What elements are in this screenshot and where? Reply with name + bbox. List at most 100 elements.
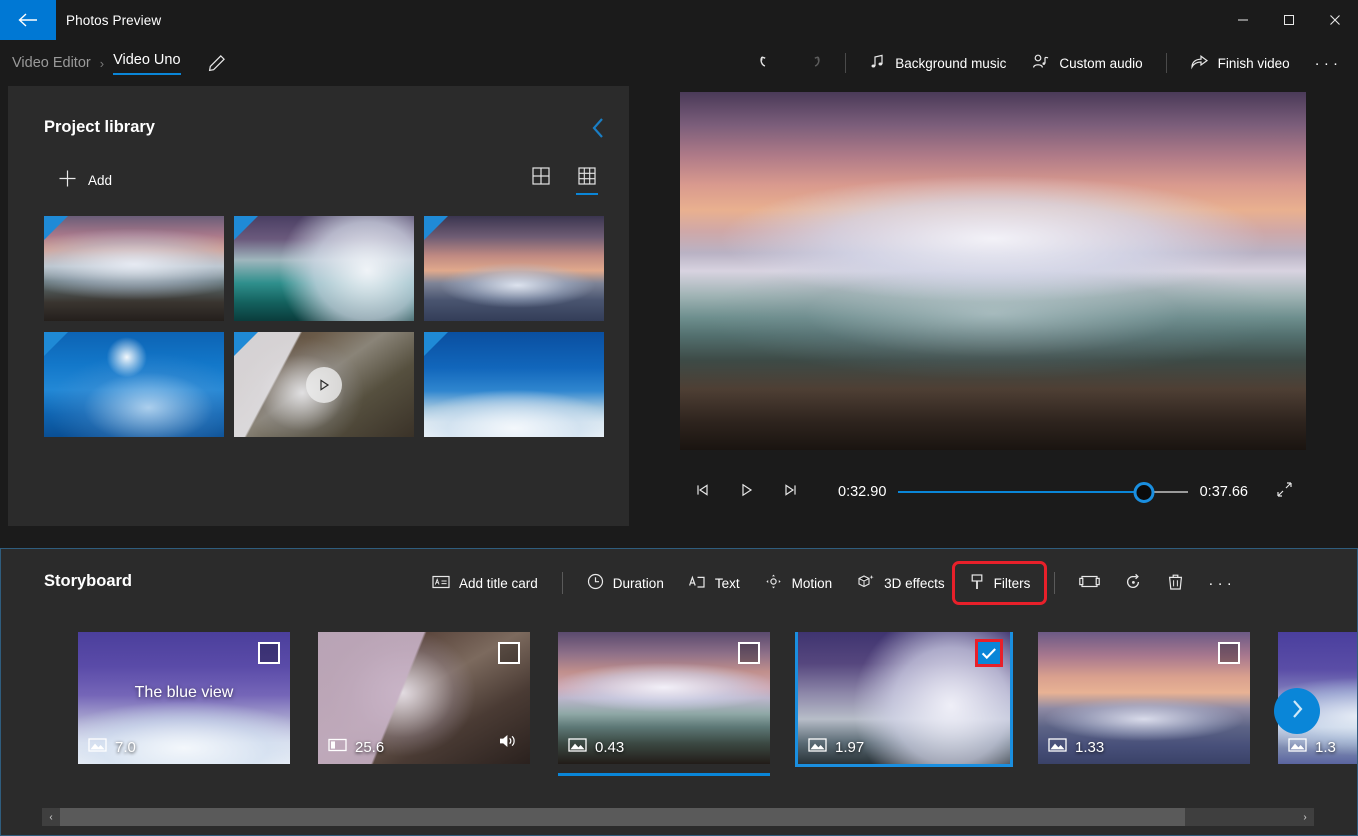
storyboard-clip[interactable]: 1.97 — [798, 632, 1010, 764]
clip-checkbox[interactable] — [498, 642, 520, 664]
next-frame-button[interactable] — [768, 473, 812, 511]
chevron-right-icon — [1288, 698, 1306, 725]
back-button[interactable] — [0, 0, 56, 40]
selected-view-indicator — [576, 193, 598, 195]
text-button[interactable]: Text — [676, 566, 752, 600]
scroll-clips-next-button[interactable] — [1274, 688, 1320, 734]
seek-handle[interactable] — [1134, 482, 1155, 503]
breadcrumb-current-project[interactable]: Video Uno — [113, 52, 180, 75]
3d-effects-button[interactable]: 3D effects — [844, 566, 957, 600]
command-bar: Video Editor › Video Uno — [0, 40, 1358, 86]
previous-frame-button[interactable] — [680, 473, 724, 511]
scroll-right-arrow[interactable]: › — [1296, 808, 1314, 826]
finish-video-button[interactable]: Finish video — [1177, 46, 1303, 80]
preview-frame-image — [680, 92, 1306, 450]
total-time: 0:37.66 — [1200, 484, 1248, 500]
storyboard-scrollbar[interactable]: ‹ › — [42, 808, 1314, 826]
photos-video-editor-window: Photos Preview Video Editor › Video Uno — [0, 0, 1358, 836]
add-title-card-label: Add title card — [459, 576, 538, 591]
background-music-button[interactable]: Background music — [856, 46, 1019, 80]
library-thumbnail[interactable] — [44, 332, 224, 437]
title-bar: Photos Preview — [0, 0, 1358, 40]
breadcrumb: Video Editor › Video Uno — [0, 52, 227, 75]
close-button[interactable] — [1312, 0, 1358, 40]
filters-icon — [969, 573, 985, 594]
duration-button[interactable]: Duration — [575, 566, 676, 600]
scroll-left-arrow[interactable]: ‹ — [42, 808, 60, 826]
storyboard-clip[interactable]: 1.33 — [1038, 632, 1250, 764]
library-thumbnail[interactable] — [44, 216, 224, 321]
crop-resize-button[interactable] — [1067, 566, 1112, 600]
thumbnail-image — [44, 216, 224, 321]
delete-button[interactable] — [1155, 566, 1196, 600]
storyboard-more-button[interactable]: · · · — [1196, 566, 1243, 600]
library-thumbnail-grid — [44, 216, 604, 437]
storyboard-clip[interactable]: The blue view 7.0 — [78, 632, 290, 764]
library-thumbnail[interactable] — [424, 332, 604, 437]
library-thumbnail[interactable] — [234, 216, 414, 321]
play-button[interactable] — [724, 473, 768, 511]
editor-actions: Background music Custom audio Finish vid… — [745, 40, 1350, 86]
clip-thumbnail[interactable]: 25.6 — [318, 632, 530, 764]
redo-button[interactable] — [790, 46, 835, 80]
clip-thumbnail[interactable]: The blue view 7.0 — [78, 632, 290, 764]
thumbnail-image — [424, 332, 604, 437]
grid-small-icon[interactable] — [573, 162, 601, 190]
cube-sparkle-icon — [856, 573, 875, 593]
custom-audio-button[interactable]: Custom audio — [1019, 46, 1155, 80]
clip-thumbnail[interactable]: 1.33 — [1038, 632, 1250, 764]
more-icon: · · · — [1315, 55, 1338, 72]
divider — [1166, 53, 1167, 73]
motion-button[interactable]: Motion — [752, 566, 845, 600]
undo-icon — [757, 51, 778, 75]
scrollbar-thumb[interactable] — [60, 808, 1185, 826]
scrollbar-track[interactable] — [60, 808, 1296, 826]
project-library-title: Project library — [44, 118, 155, 137]
clock-icon — [587, 573, 604, 593]
text-label: Text — [715, 576, 740, 591]
collapse-library-button[interactable] — [584, 110, 613, 151]
grid-large-icon[interactable] — [527, 162, 555, 190]
clip-checkbox[interactable] — [978, 642, 1000, 664]
player-controls: 0:32.90 0:37.66 — [680, 468, 1306, 516]
duration-label: Duration — [613, 576, 664, 591]
clip-duration: 1.97 — [808, 737, 864, 757]
pencil-icon[interactable] — [207, 53, 227, 73]
minimize-button[interactable] — [1220, 0, 1266, 40]
divider — [562, 572, 563, 594]
library-thumbnail[interactable] — [234, 332, 414, 437]
clip-checkbox[interactable] — [1218, 642, 1240, 664]
clip-thumbnail[interactable]: 1.97 — [798, 632, 1010, 764]
clip-duration: 25.6 — [328, 737, 384, 757]
title-card-icon — [432, 574, 450, 593]
library-thumbnail[interactable] — [424, 216, 604, 321]
add-title-card-button[interactable]: Add title card — [420, 566, 550, 600]
add-media-button[interactable]: Add — [58, 164, 120, 196]
photo-icon — [88, 737, 107, 757]
music-note-icon — [869, 53, 886, 73]
app-title: Photos Preview — [66, 13, 161, 28]
breadcrumb-video-editor[interactable]: Video Editor — [12, 55, 91, 71]
seek-bar[interactable] — [898, 475, 1187, 509]
filters-button[interactable]: Filters — [957, 566, 1043, 600]
video-preview[interactable] — [680, 92, 1306, 450]
clip-duration: 1.33 — [1048, 737, 1104, 757]
clip-checkbox[interactable] — [738, 642, 760, 664]
person-audio-icon — [1032, 53, 1050, 73]
undo-button[interactable] — [745, 46, 790, 80]
clip-thumbnail[interactable]: 0.43 — [558, 632, 770, 764]
clip-checkbox[interactable] — [258, 642, 280, 664]
share-export-icon — [1190, 53, 1209, 73]
play-icon — [738, 482, 755, 503]
clip-duration: 1.3 — [1288, 737, 1336, 757]
storyboard-clip[interactable]: 0.43 — [558, 632, 770, 764]
maximize-button[interactable] — [1266, 0, 1312, 40]
storyboard-clip[interactable]: 25.6 — [318, 632, 530, 764]
fullscreen-button[interactable] — [1262, 473, 1306, 511]
seek-progress — [898, 491, 1144, 493]
in-project-marker — [424, 332, 448, 356]
more-options-button[interactable]: · · · — [1303, 46, 1350, 80]
rotate-button[interactable] — [1112, 566, 1155, 600]
project-library-panel: Project library Add — [8, 86, 629, 526]
play-icon — [306, 367, 342, 403]
